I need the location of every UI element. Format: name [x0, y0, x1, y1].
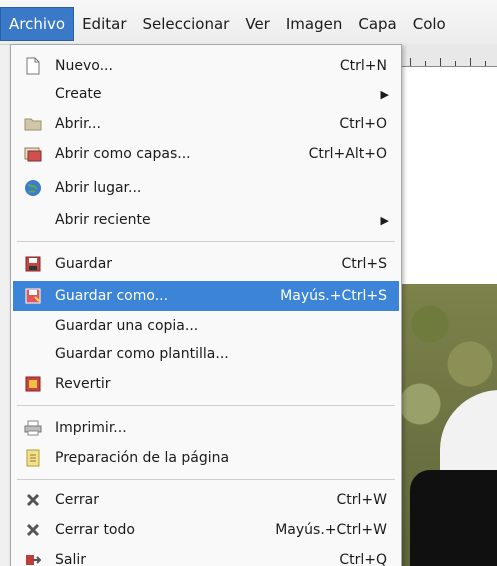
- open-as-layers-icon: [23, 144, 43, 164]
- menu-item-imprimir[interactable]: Imprimir...: [13, 413, 399, 443]
- menu-item-cerrar-todo[interactable]: Cerrar todo Mayús.+Ctrl+W: [13, 515, 399, 545]
- menu-item-revertir[interactable]: Revertir: [13, 369, 399, 399]
- menu-item-label: Guardar: [55, 256, 113, 272]
- menu-item-create[interactable]: Create ▶: [13, 79, 399, 109]
- menu-item-label: Abrir reciente: [55, 212, 151, 228]
- submenu-arrow-icon: ▶: [380, 213, 389, 227]
- menu-item-nuevo[interactable]: Nuevo... Ctrl+N: [13, 51, 399, 81]
- file-menu-dropdown: Nuevo... Ctrl+N Create ▶ Abrir... Ctrl+O…: [10, 44, 402, 566]
- menu-separator: [17, 241, 395, 242]
- menu-item-abrir[interactable]: Abrir... Ctrl+O: [13, 109, 399, 139]
- menu-item-preparacion-pagina[interactable]: Preparación de la página: [13, 443, 399, 473]
- menu-item-label: Nuevo...: [55, 58, 113, 74]
- menu-item-guardar-copia[interactable]: Guardar una copia...: [13, 311, 399, 341]
- menu-editar[interactable]: Editar: [74, 8, 134, 40]
- menu-item-shortcut: Mayús.+Ctrl+W: [275, 522, 387, 538]
- page-setup-icon: [23, 448, 43, 468]
- menu-item-salir[interactable]: Salir Ctrl+Q: [13, 545, 399, 566]
- menu-item-guardar-plantilla[interactable]: Guardar como plantilla...: [13, 339, 399, 369]
- menu-archivo[interactable]: Archivo: [0, 7, 75, 41]
- horizontal-ruler: [400, 44, 497, 67]
- globe-icon: [23, 178, 43, 198]
- menu-item-shortcut: Ctrl+W: [336, 492, 387, 508]
- open-folder-icon: [23, 114, 43, 134]
- menu-imagen[interactable]: Imagen: [278, 8, 350, 40]
- menu-item-abrir-capas[interactable]: Abrir como capas... Ctrl+Alt+O: [13, 139, 399, 169]
- menu-item-abrir-lugar[interactable]: Abrir lugar...: [13, 173, 399, 203]
- menu-item-shortcut: Ctrl+N: [339, 58, 387, 74]
- revert-icon: [23, 374, 43, 394]
- printer-icon: [23, 418, 43, 438]
- menu-item-label: Abrir lugar...: [55, 180, 142, 196]
- menu-separator: [17, 479, 395, 480]
- menu-bar: Archivo Editar Seleccionar Ver Imagen Ca…: [0, 0, 497, 45]
- close-all-icon: [23, 520, 43, 540]
- menu-item-shortcut: Ctrl+Alt+O: [308, 146, 387, 162]
- menu-item-label: Revertir: [55, 376, 111, 392]
- menu-item-shortcut: Ctrl+O: [339, 116, 387, 132]
- menu-item-label: Cerrar todo: [55, 522, 135, 538]
- app-window: Archivo Editar Seleccionar Ver Imagen Ca…: [0, 0, 497, 566]
- menu-item-label: Cerrar: [55, 492, 99, 508]
- menu-item-guardar-como[interactable]: Guardar como... Mayús.+Ctrl+S: [13, 281, 399, 311]
- menu-capa[interactable]: Capa: [350, 8, 404, 40]
- menu-item-shortcut: Mayús.+Ctrl+S: [280, 288, 387, 304]
- menu-item-shortcut: Ctrl+S: [341, 256, 387, 272]
- menu-item-cerrar[interactable]: Cerrar Ctrl+W: [13, 485, 399, 515]
- menu-ver[interactable]: Ver: [237, 8, 278, 40]
- menu-item-label: Salir: [55, 552, 87, 566]
- save-icon: [23, 254, 43, 274]
- menu-item-label: Create: [55, 86, 102, 102]
- menu-item-label: Imprimir...: [55, 420, 127, 436]
- menu-item-label: Guardar una copia...: [55, 318, 199, 334]
- new-document-icon: [23, 56, 43, 76]
- menu-item-label: Guardar como plantilla...: [55, 346, 229, 362]
- menu-item-shortcut: Ctrl+Q: [339, 552, 387, 566]
- save-as-icon: [23, 286, 43, 306]
- menu-separator: [17, 405, 395, 406]
- menu-seleccionar[interactable]: Seleccionar: [135, 8, 238, 40]
- panda-black-fur: [410, 470, 497, 566]
- menu-colores[interactable]: Colo: [405, 8, 454, 40]
- menu-item-label: Abrir como capas...: [55, 146, 191, 162]
- submenu-arrow-icon: ▶: [380, 87, 389, 101]
- quit-icon: [23, 550, 43, 566]
- close-x-icon: [23, 490, 43, 510]
- menu-item-label: Abrir...: [55, 116, 101, 132]
- menu-item-label: Preparación de la página: [55, 450, 230, 466]
- menu-item-guardar[interactable]: Guardar Ctrl+S: [13, 249, 399, 279]
- menu-item-abrir-reciente[interactable]: Abrir reciente ▶: [13, 205, 399, 235]
- menu-item-label: Guardar como...: [55, 288, 169, 304]
